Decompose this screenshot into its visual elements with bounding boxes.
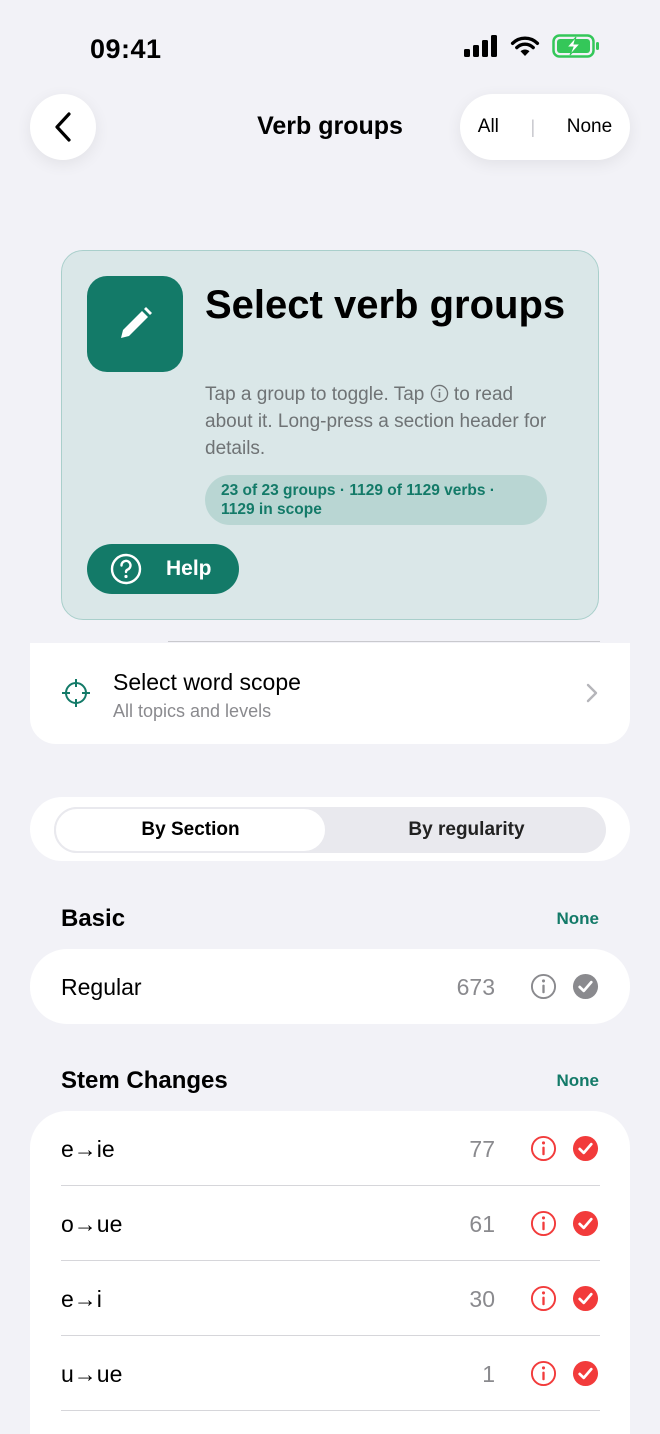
info-icon[interactable]	[530, 1285, 557, 1312]
checkmark-circle-icon[interactable]	[572, 1285, 599, 1312]
segment-by-section[interactable]: By Section	[54, 807, 327, 853]
scope-title: Select word scope	[113, 669, 301, 695]
verb-count: 61	[469, 1211, 495, 1237]
verb-count: 673	[456, 974, 495, 1000]
help-label: Help	[166, 557, 212, 580]
section-basic-list: Regular 673	[30, 949, 630, 1024]
intro-title: Select verb groups	[205, 283, 566, 327]
info-icon[interactable]	[530, 1135, 557, 1162]
list-item[interactable]: u→ue 1	[30, 1336, 630, 1411]
verb-count: 30	[469, 1286, 495, 1312]
select-none-button[interactable]: None	[563, 110, 616, 144]
intro-card: Select verb groups Tap a group to toggle…	[61, 250, 599, 620]
separator: |	[530, 116, 536, 137]
group-label: u→ue	[61, 1361, 123, 1387]
status-time: 09:41	[90, 34, 162, 64]
cellular-signal-icon	[464, 35, 497, 57]
intro-description: Tap a group to toggle. Tap to read about…	[205, 381, 565, 462]
pencil-icon	[87, 276, 183, 372]
group-label: e→i	[61, 1286, 102, 1312]
checkmark-circle-icon[interactable]	[572, 1135, 599, 1162]
help-button[interactable]: Help	[87, 544, 239, 594]
intro-desc-part1: Tap a group to toggle. Tap	[205, 384, 430, 405]
section-stem-changes-list: e→ie 77 o→ue 61 e→i 30 u→ue 1	[30, 1111, 630, 1434]
select-all-button[interactable]: All	[474, 110, 503, 144]
chevron-right-icon	[586, 683, 598, 703]
verb-count: 77	[469, 1136, 495, 1162]
grouping-segmented-control: By Section By regularity	[30, 797, 630, 861]
battery-charging-icon	[552, 34, 599, 58]
wifi-icon	[510, 36, 540, 56]
group-label: o→ue	[61, 1211, 123, 1237]
info-icon[interactable]	[530, 973, 557, 1000]
section-header-stem-changes[interactable]: Stem Changes	[61, 1067, 228, 1095]
list-item[interactable]: e→ie 77	[30, 1111, 630, 1186]
segment-track: By Section By regularity	[54, 807, 606, 853]
status-icons	[464, 34, 600, 58]
checkmark-circle-icon[interactable]	[572, 1210, 599, 1237]
status-bar: 09:41	[0, 0, 660, 96]
section-stem-changes-none-button[interactable]: None	[557, 1071, 600, 1091]
row-divider	[61, 1410, 600, 1411]
select-word-scope-row[interactable]: Select word scope All topics and levels	[30, 643, 630, 744]
question-circle-icon	[110, 553, 142, 585]
group-label: Regular	[61, 974, 142, 1000]
info-icon[interactable]	[530, 1360, 557, 1387]
section-basic-none-button[interactable]: None	[557, 909, 600, 929]
scope-subtitle: All topics and levels	[113, 701, 272, 721]
verb-count: 1	[482, 1361, 495, 1387]
segment-by-regularity[interactable]: By regularity	[327, 807, 606, 853]
section-header-basic[interactable]: Basic	[61, 905, 125, 933]
scope-summary-badge: 23 of 23 groups · 1129 of 1129 verbs · 1…	[205, 475, 547, 525]
info-icon[interactable]	[530, 1210, 557, 1237]
checkmark-circle-icon[interactable]	[572, 1360, 599, 1387]
list-item[interactable]: o→ue 61	[30, 1186, 630, 1261]
select-all-none-control: All | None	[460, 94, 630, 160]
crosshair-icon	[62, 679, 90, 707]
group-label: e→ie	[61, 1136, 115, 1162]
list-item[interactable]: e→i 30	[30, 1261, 630, 1336]
divider	[168, 641, 600, 642]
checkmark-circle-icon[interactable]	[572, 973, 599, 1000]
list-item[interactable]: Regular 673	[30, 949, 630, 1024]
info-icon	[430, 384, 448, 403]
